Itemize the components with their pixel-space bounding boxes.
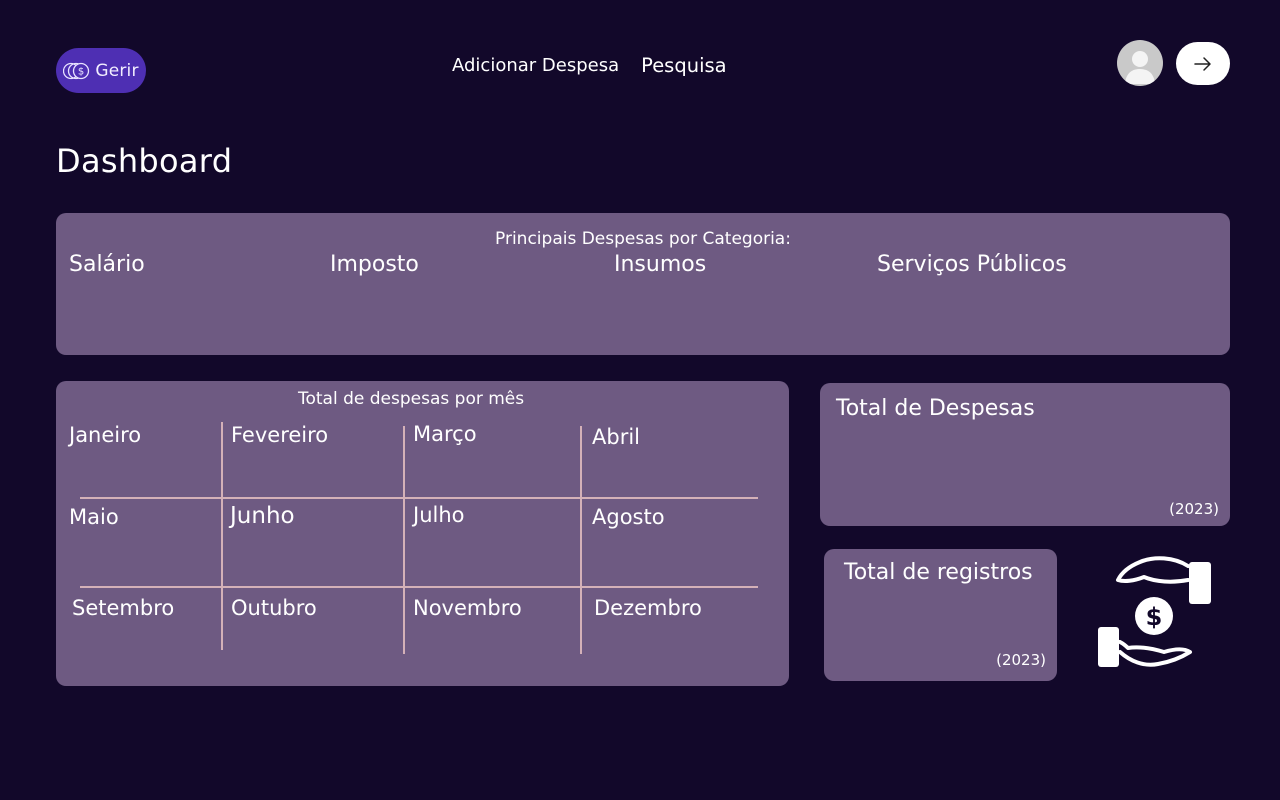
month-agosto: Agosto (592, 505, 665, 529)
category-imposto: Imposto (330, 252, 419, 277)
month-julho: Julho (413, 503, 465, 527)
categories-card-title: Principais Despesas por Categoria: (495, 229, 791, 249)
grid-line-horizontal (80, 586, 758, 588)
category-servicos-publicos: Serviços Públicos (877, 252, 1067, 277)
grid-line-vertical (221, 422, 223, 650)
user-icon (1125, 51, 1155, 84)
month-maio: Maio (69, 505, 119, 529)
dashboard-page: $ Gerir Adicionar Despesa Pesquisa Dashb… (0, 0, 1280, 800)
category-insumos: Insumos (614, 252, 707, 277)
svg-text:$: $ (78, 66, 84, 77)
total-records-card: Total de registros (2023) (824, 549, 1057, 681)
svg-text:$: $ (1146, 603, 1163, 631)
grid-line-vertical (580, 426, 582, 654)
month-novembro: Novembro (413, 596, 522, 620)
total-records-year: (2023) (996, 651, 1046, 669)
total-expenses-title: Total de Despesas (836, 396, 1035, 421)
logo[interactable]: $ Gerir (56, 48, 146, 93)
money-hands-icon: $ (1098, 556, 1211, 667)
month-setembro: Setembro (72, 596, 175, 620)
total-expenses-card: Total de Despesas (2023) (820, 383, 1230, 526)
coin-icon: $ (63, 62, 90, 79)
month-janeiro: Janeiro (69, 423, 142, 447)
avatar[interactable] (1117, 40, 1163, 86)
total-records-title: Total de registros (844, 560, 1033, 585)
main-nav: Adicionar Despesa Pesquisa (452, 54, 727, 78)
categories-card: Principais Despesas por Categoria: (56, 213, 1230, 355)
nav-add-expense-link[interactable]: Adicionar Despesa (452, 54, 619, 78)
logo-text: Gerir (95, 60, 139, 81)
arrow-right-icon (1194, 56, 1211, 71)
logout-button[interactable] (1176, 42, 1230, 85)
monthly-expenses-title: Total de despesas por mês (298, 389, 525, 409)
month-junho: Junho (230, 503, 295, 529)
category-salario: Salário (69, 252, 145, 277)
month-outubro: Outubro (231, 596, 317, 620)
total-expenses-year: (2023) (1169, 500, 1219, 518)
grid-line-horizontal (80, 497, 758, 499)
grid-line-vertical (403, 426, 405, 654)
page-title: Dashboard (56, 142, 233, 180)
nav-search-link[interactable]: Pesquisa (641, 54, 726, 78)
month-abril: Abril (592, 425, 640, 449)
monthly-expenses-card: Total de despesas por mês Janeiro Fevere… (56, 381, 789, 686)
month-dezembro: Dezembro (594, 596, 702, 620)
month-fevereiro: Fevereiro (231, 423, 329, 447)
month-marco: Março (413, 422, 477, 446)
